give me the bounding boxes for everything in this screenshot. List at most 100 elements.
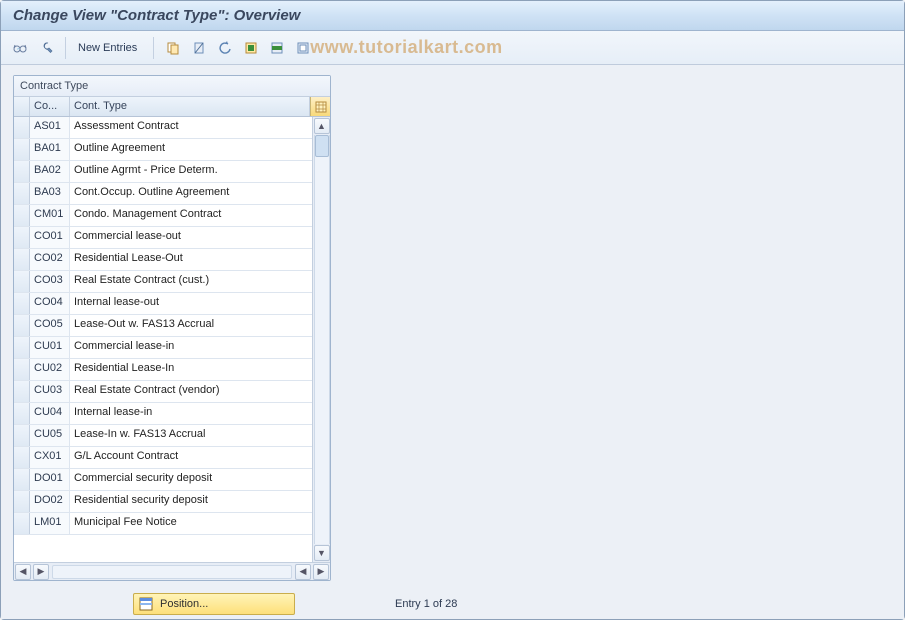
cell-desc[interactable]: Internal lease-out — [70, 293, 312, 314]
cell-code[interactable]: CO03 — [30, 271, 70, 292]
cell-code[interactable]: CO04 — [30, 293, 70, 314]
table-row[interactable]: DO02Residential security deposit — [14, 491, 312, 513]
cell-code[interactable]: CU04 — [30, 403, 70, 424]
cell-desc[interactable]: Outline Agreement — [70, 139, 312, 160]
table-row[interactable]: BA02Outline Agrmt - Price Determ. — [14, 161, 312, 183]
row-selector[interactable] — [14, 425, 30, 446]
cell-code[interactable]: DO01 — [30, 469, 70, 490]
row-selector[interactable] — [14, 513, 30, 534]
cell-desc[interactable]: Assessment Contract — [70, 117, 312, 138]
row-selector[interactable] — [14, 469, 30, 490]
select-all-button[interactable] — [240, 37, 262, 59]
table-row[interactable]: CU01Commercial lease-in — [14, 337, 312, 359]
cell-desc[interactable]: Commercial security deposit — [70, 469, 312, 490]
cell-code[interactable]: CU02 — [30, 359, 70, 380]
row-selector[interactable] — [14, 227, 30, 248]
position-button[interactable]: Position... — [133, 593, 295, 615]
table-row[interactable]: CU05Lease-In w. FAS13 Accrual — [14, 425, 312, 447]
table-row[interactable]: CX01G/L Account Contract — [14, 447, 312, 469]
cell-desc[interactable]: Lease-Out w. FAS13 Accrual — [70, 315, 312, 336]
table-row[interactable]: BA01Outline Agreement — [14, 139, 312, 161]
row-selector[interactable] — [14, 293, 30, 314]
table-row[interactable]: DO01Commercial security deposit — [14, 469, 312, 491]
cell-code[interactable]: CU05 — [30, 425, 70, 446]
scroll-right-button[interactable]: ▶ — [33, 564, 49, 580]
column-header-desc[interactable]: Cont. Type — [70, 97, 310, 116]
cell-code[interactable]: CU01 — [30, 337, 70, 358]
table-row[interactable]: CO03Real Estate Contract (cust.) — [14, 271, 312, 293]
undo-change-button[interactable] — [214, 37, 236, 59]
delete-button[interactable] — [188, 37, 210, 59]
table-row[interactable]: BA03Cont.Occup. Outline Agreement — [14, 183, 312, 205]
vscroll-track[interactable] — [314, 135, 330, 544]
column-header-code[interactable]: Co... — [30, 97, 70, 116]
cell-desc[interactable]: Internal lease-in — [70, 403, 312, 424]
scroll-right-end-button[interactable]: ▶ — [313, 564, 329, 580]
cell-desc[interactable]: Residential Lease-In — [70, 359, 312, 380]
cell-code[interactable]: CU03 — [30, 381, 70, 402]
table-row[interactable]: CU04Internal lease-in — [14, 403, 312, 425]
row-selector[interactable] — [14, 315, 30, 336]
cell-desc[interactable]: G/L Account Contract — [70, 447, 312, 468]
scroll-up-button[interactable]: ▲ — [314, 118, 330, 134]
copy-as-button[interactable] — [162, 37, 184, 59]
row-selector[interactable] — [14, 359, 30, 380]
configure-columns-button[interactable] — [310, 97, 330, 116]
cell-code[interactable]: LM01 — [30, 513, 70, 534]
scroll-left-button[interactable]: ◀ — [15, 564, 31, 580]
find-button[interactable] — [35, 37, 57, 59]
cell-desc[interactable]: Municipal Fee Notice — [70, 513, 312, 534]
cell-code[interactable]: CO01 — [30, 227, 70, 248]
cell-desc[interactable]: Residential security deposit — [70, 491, 312, 512]
table-row[interactable]: CU03Real Estate Contract (vendor) — [14, 381, 312, 403]
cell-desc[interactable]: Outline Agrmt - Price Determ. — [70, 161, 312, 182]
cell-code[interactable]: BA01 — [30, 139, 70, 160]
cell-code[interactable]: CO05 — [30, 315, 70, 336]
cell-desc[interactable]: Cont.Occup. Outline Agreement — [70, 183, 312, 204]
cell-desc[interactable]: Commercial lease-in — [70, 337, 312, 358]
row-selector[interactable] — [14, 205, 30, 226]
hscroll-track[interactable] — [52, 565, 292, 579]
row-selector[interactable] — [14, 161, 30, 182]
cell-code[interactable]: CX01 — [30, 447, 70, 468]
cell-code[interactable]: CO02 — [30, 249, 70, 270]
row-selector[interactable] — [14, 117, 30, 138]
cell-code[interactable]: AS01 — [30, 117, 70, 138]
cell-desc[interactable]: Condo. Management Contract — [70, 205, 312, 226]
cell-code[interactable]: BA02 — [30, 161, 70, 182]
table-row[interactable]: CO04Internal lease-out — [14, 293, 312, 315]
new-entries-button[interactable]: New Entries — [74, 37, 145, 59]
cell-code[interactable]: BA03 — [30, 183, 70, 204]
table-row[interactable]: CU02Residential Lease-In — [14, 359, 312, 381]
row-selector[interactable] — [14, 381, 30, 402]
cell-desc[interactable]: Real Estate Contract (cust.) — [70, 271, 312, 292]
table-row[interactable]: CM01Condo. Management Contract — [14, 205, 312, 227]
row-selector-header[interactable] — [14, 97, 30, 116]
vertical-scrollbar[interactable]: ▲ ▼ — [312, 117, 330, 562]
table-row[interactable]: CO02Residential Lease-Out — [14, 249, 312, 271]
cell-desc[interactable]: Commercial lease-out — [70, 227, 312, 248]
cell-code[interactable]: DO02 — [30, 491, 70, 512]
table-row[interactable]: CO05Lease-Out w. FAS13 Accrual — [14, 315, 312, 337]
scroll-left-end-button[interactable]: ◀ — [295, 564, 311, 580]
other-view-button[interactable] — [9, 37, 31, 59]
table-row[interactable]: CO01Commercial lease-out — [14, 227, 312, 249]
row-selector[interactable] — [14, 139, 30, 160]
row-selector[interactable] — [14, 271, 30, 292]
row-selector[interactable] — [14, 249, 30, 270]
table-row[interactable]: AS01Assessment Contract — [14, 117, 312, 139]
row-selector[interactable] — [14, 183, 30, 204]
table-row[interactable]: LM01Municipal Fee Notice — [14, 513, 312, 535]
scroll-down-button[interactable]: ▼ — [314, 545, 330, 561]
row-selector[interactable] — [14, 403, 30, 424]
vscroll-thumb[interactable] — [315, 135, 329, 157]
select-block-button[interactable] — [266, 37, 288, 59]
cell-code[interactable]: CM01 — [30, 205, 70, 226]
row-selector[interactable] — [14, 337, 30, 358]
cell-desc[interactable]: Real Estate Contract (vendor) — [70, 381, 312, 402]
cell-desc[interactable]: Residential Lease-Out — [70, 249, 312, 270]
cell-desc[interactable]: Lease-In w. FAS13 Accrual — [70, 425, 312, 446]
horizontal-scrollbar[interactable]: ◀ ▶ ◀ ▶ — [14, 562, 330, 580]
row-selector[interactable] — [14, 447, 30, 468]
row-selector[interactable] — [14, 491, 30, 512]
